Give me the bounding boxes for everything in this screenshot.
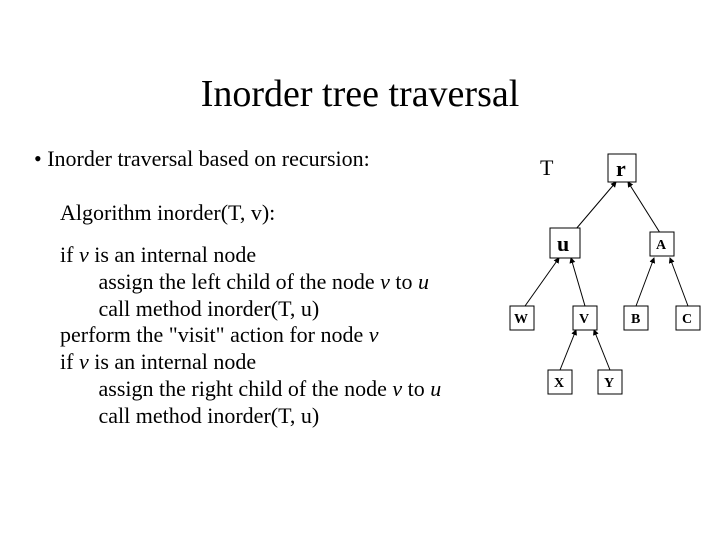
- pseudocode-block: if v is an internal node assign the left…: [60, 242, 441, 430]
- tree-node-W: W: [514, 312, 528, 327]
- algorithm-signature: Algorithm inorder(T, v):: [60, 200, 275, 226]
- tree-label-T: T: [540, 155, 554, 180]
- pseudo-line-1: if v is an internal node: [60, 242, 441, 269]
- tree-node-C: C: [682, 312, 692, 327]
- pseudo-line-7: call method inorder(T, u): [60, 403, 441, 430]
- pseudo-line-6: assign the right child of the node v to …: [60, 376, 441, 403]
- tree-node-u: u: [557, 231, 569, 256]
- pseudo-line-2: assign the left child of the node v to u: [60, 269, 441, 296]
- tree-node-X: X: [554, 376, 564, 391]
- tree-diagram: T r u A W V B C X: [470, 150, 710, 410]
- tree-node-r: r: [616, 156, 626, 181]
- tree-node-V: V: [579, 312, 589, 327]
- tree-node-Y: Y: [604, 376, 614, 391]
- slide: { "title": "Inorder tree traversal", "bu…: [0, 0, 720, 540]
- slide-title: Inorder tree traversal: [0, 72, 720, 116]
- pseudo-line-5: if v is an internal node: [60, 349, 441, 376]
- tree-node-A: A: [656, 238, 667, 253]
- bullet-line: Inorder traversal based on recursion:: [34, 146, 370, 172]
- tree-node-B: B: [631, 312, 640, 327]
- pseudo-line-4: perform the "visit" action for node v: [60, 322, 441, 349]
- pseudo-line-3: call method inorder(T, u): [60, 296, 441, 323]
